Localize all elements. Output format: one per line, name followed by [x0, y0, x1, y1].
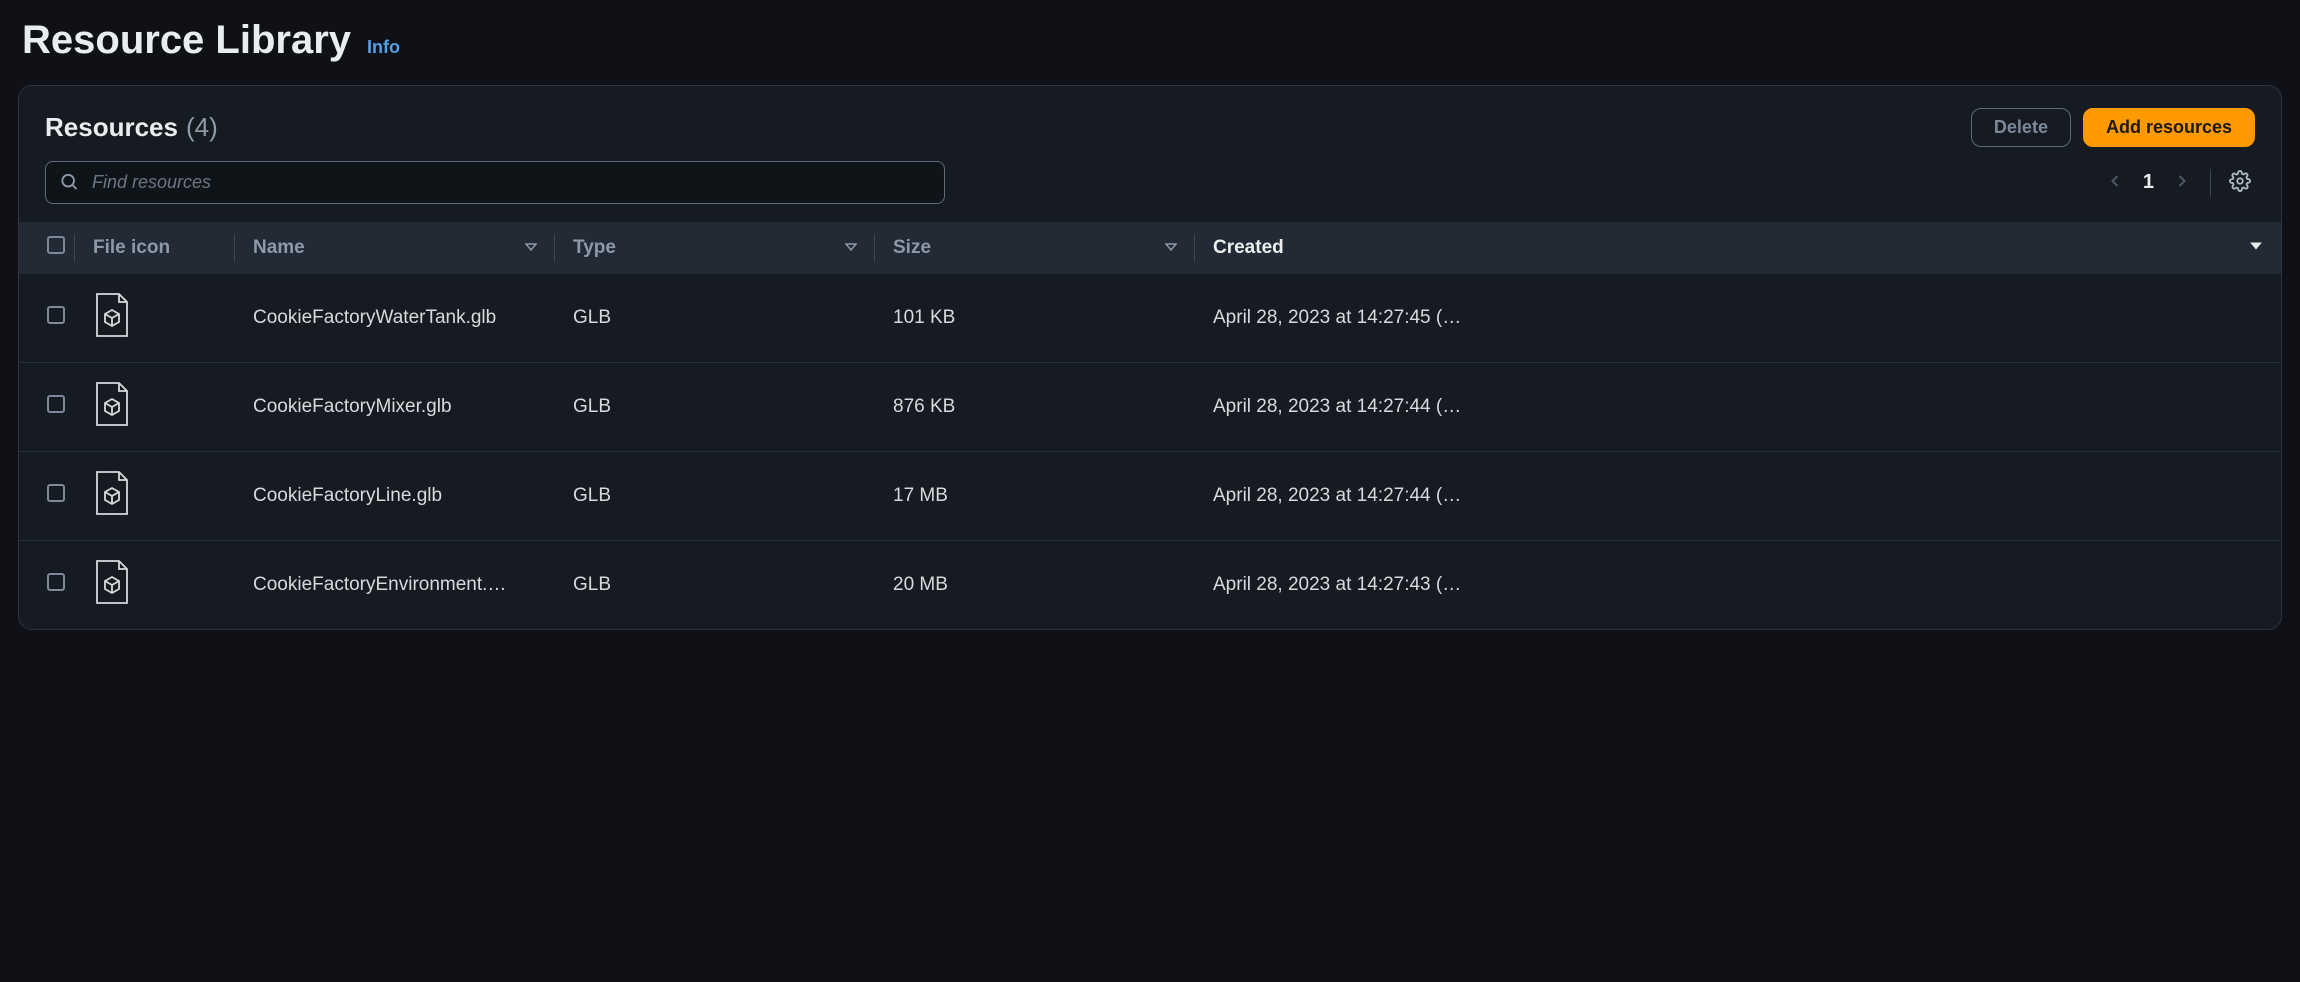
row-checkbox[interactable] — [47, 306, 65, 324]
cell-type: GLB — [555, 452, 875, 541]
panel-header: Resources (4) Delete Add resources — [19, 86, 2281, 147]
page-header: Resource Library Info — [18, 18, 2282, 63]
add-resources-button[interactable]: Add resources — [2083, 108, 2255, 147]
cell-size: 876 KB — [875, 363, 1195, 452]
column-label: Created — [1213, 237, 1284, 259]
search-icon — [59, 171, 79, 194]
cell-size: 17 MB — [875, 452, 1195, 541]
resources-panel: Resources (4) Delete Add resources — [18, 85, 2282, 630]
cell-size: 101 KB — [875, 274, 1195, 363]
chevron-left-icon — [2105, 171, 2125, 194]
divider — [2210, 169, 2211, 197]
search-wrap — [45, 161, 945, 204]
file-3d-icon — [93, 589, 131, 610]
panel-title: Resources — [45, 112, 178, 143]
cell-type: GLB — [555, 363, 875, 452]
search-input[interactable] — [45, 161, 945, 204]
cell-name: CookieFactoryEnvironment.… — [235, 541, 555, 630]
cell-type: GLB — [555, 274, 875, 363]
cell-created: April 28, 2023 at 14:27:43 (… — [1195, 541, 2281, 630]
table-row[interactable]: CookieFactoryEnvironment.… GLB 20 MB Apr… — [19, 541, 2281, 630]
cell-created: April 28, 2023 at 14:27:44 (… — [1195, 452, 2281, 541]
select-all-checkbox[interactable] — [47, 236, 65, 254]
resources-table: File icon Name Type — [19, 222, 2281, 629]
row-checkbox[interactable] — [47, 573, 65, 591]
pagination: 1 — [2105, 169, 2255, 197]
column-label: Type — [573, 237, 616, 259]
file-3d-icon — [93, 322, 131, 343]
cell-type: GLB — [555, 541, 875, 630]
row-checkbox[interactable] — [47, 484, 65, 502]
column-header-name[interactable]: Name — [235, 222, 555, 274]
gear-icon — [2229, 170, 2251, 195]
table-header-row: File icon Name Type — [19, 222, 2281, 274]
column-header-type[interactable]: Type — [555, 222, 875, 274]
panel-count: (4) — [186, 112, 218, 143]
prev-page-button[interactable] — [2105, 171, 2125, 194]
table-row[interactable]: CookieFactoryLine.glb GLB 17 MB April 28… — [19, 452, 2281, 541]
panel-title-wrap: Resources (4) — [45, 112, 218, 143]
column-header-created[interactable]: Created — [1195, 222, 2281, 274]
column-header-file-icon[interactable]: File icon — [75, 222, 235, 274]
column-label: Name — [253, 237, 305, 259]
table-row[interactable]: CookieFactoryMixer.glb GLB 876 KB April … — [19, 363, 2281, 452]
cell-created: April 28, 2023 at 14:27:45 (… — [1195, 274, 2281, 363]
cell-name: CookieFactoryLine.glb — [235, 452, 555, 541]
next-page-button[interactable] — [2172, 171, 2192, 194]
cell-created: April 28, 2023 at 14:27:44 (… — [1195, 363, 2281, 452]
column-label: File icon — [93, 237, 170, 258]
column-header-select — [19, 222, 75, 274]
page-number: 1 — [2143, 171, 2154, 194]
sort-icon — [845, 237, 857, 259]
file-3d-icon — [93, 500, 131, 521]
cell-name: CookieFactoryWaterTank.glb — [235, 274, 555, 363]
sort-desc-icon — [2249, 237, 2263, 259]
cell-size: 20 MB — [875, 541, 1195, 630]
table-row[interactable]: CookieFactoryWaterTank.glb GLB 101 KB Ap… — [19, 274, 2281, 363]
page-title: Resource Library — [22, 18, 351, 63]
column-header-size[interactable]: Size — [875, 222, 1195, 274]
toolbar: 1 — [19, 147, 2281, 222]
panel-actions: Delete Add resources — [1971, 108, 2255, 147]
cell-name: CookieFactoryMixer.glb — [235, 363, 555, 452]
settings-button[interactable] — [2229, 170, 2255, 195]
sort-icon — [525, 237, 537, 259]
sort-icon — [1165, 237, 1177, 259]
row-checkbox[interactable] — [47, 395, 65, 413]
file-3d-icon — [93, 411, 131, 432]
delete-button[interactable]: Delete — [1971, 108, 2071, 147]
info-link[interactable]: Info — [367, 37, 400, 58]
column-label: Size — [893, 237, 931, 259]
chevron-right-icon — [2172, 171, 2192, 194]
